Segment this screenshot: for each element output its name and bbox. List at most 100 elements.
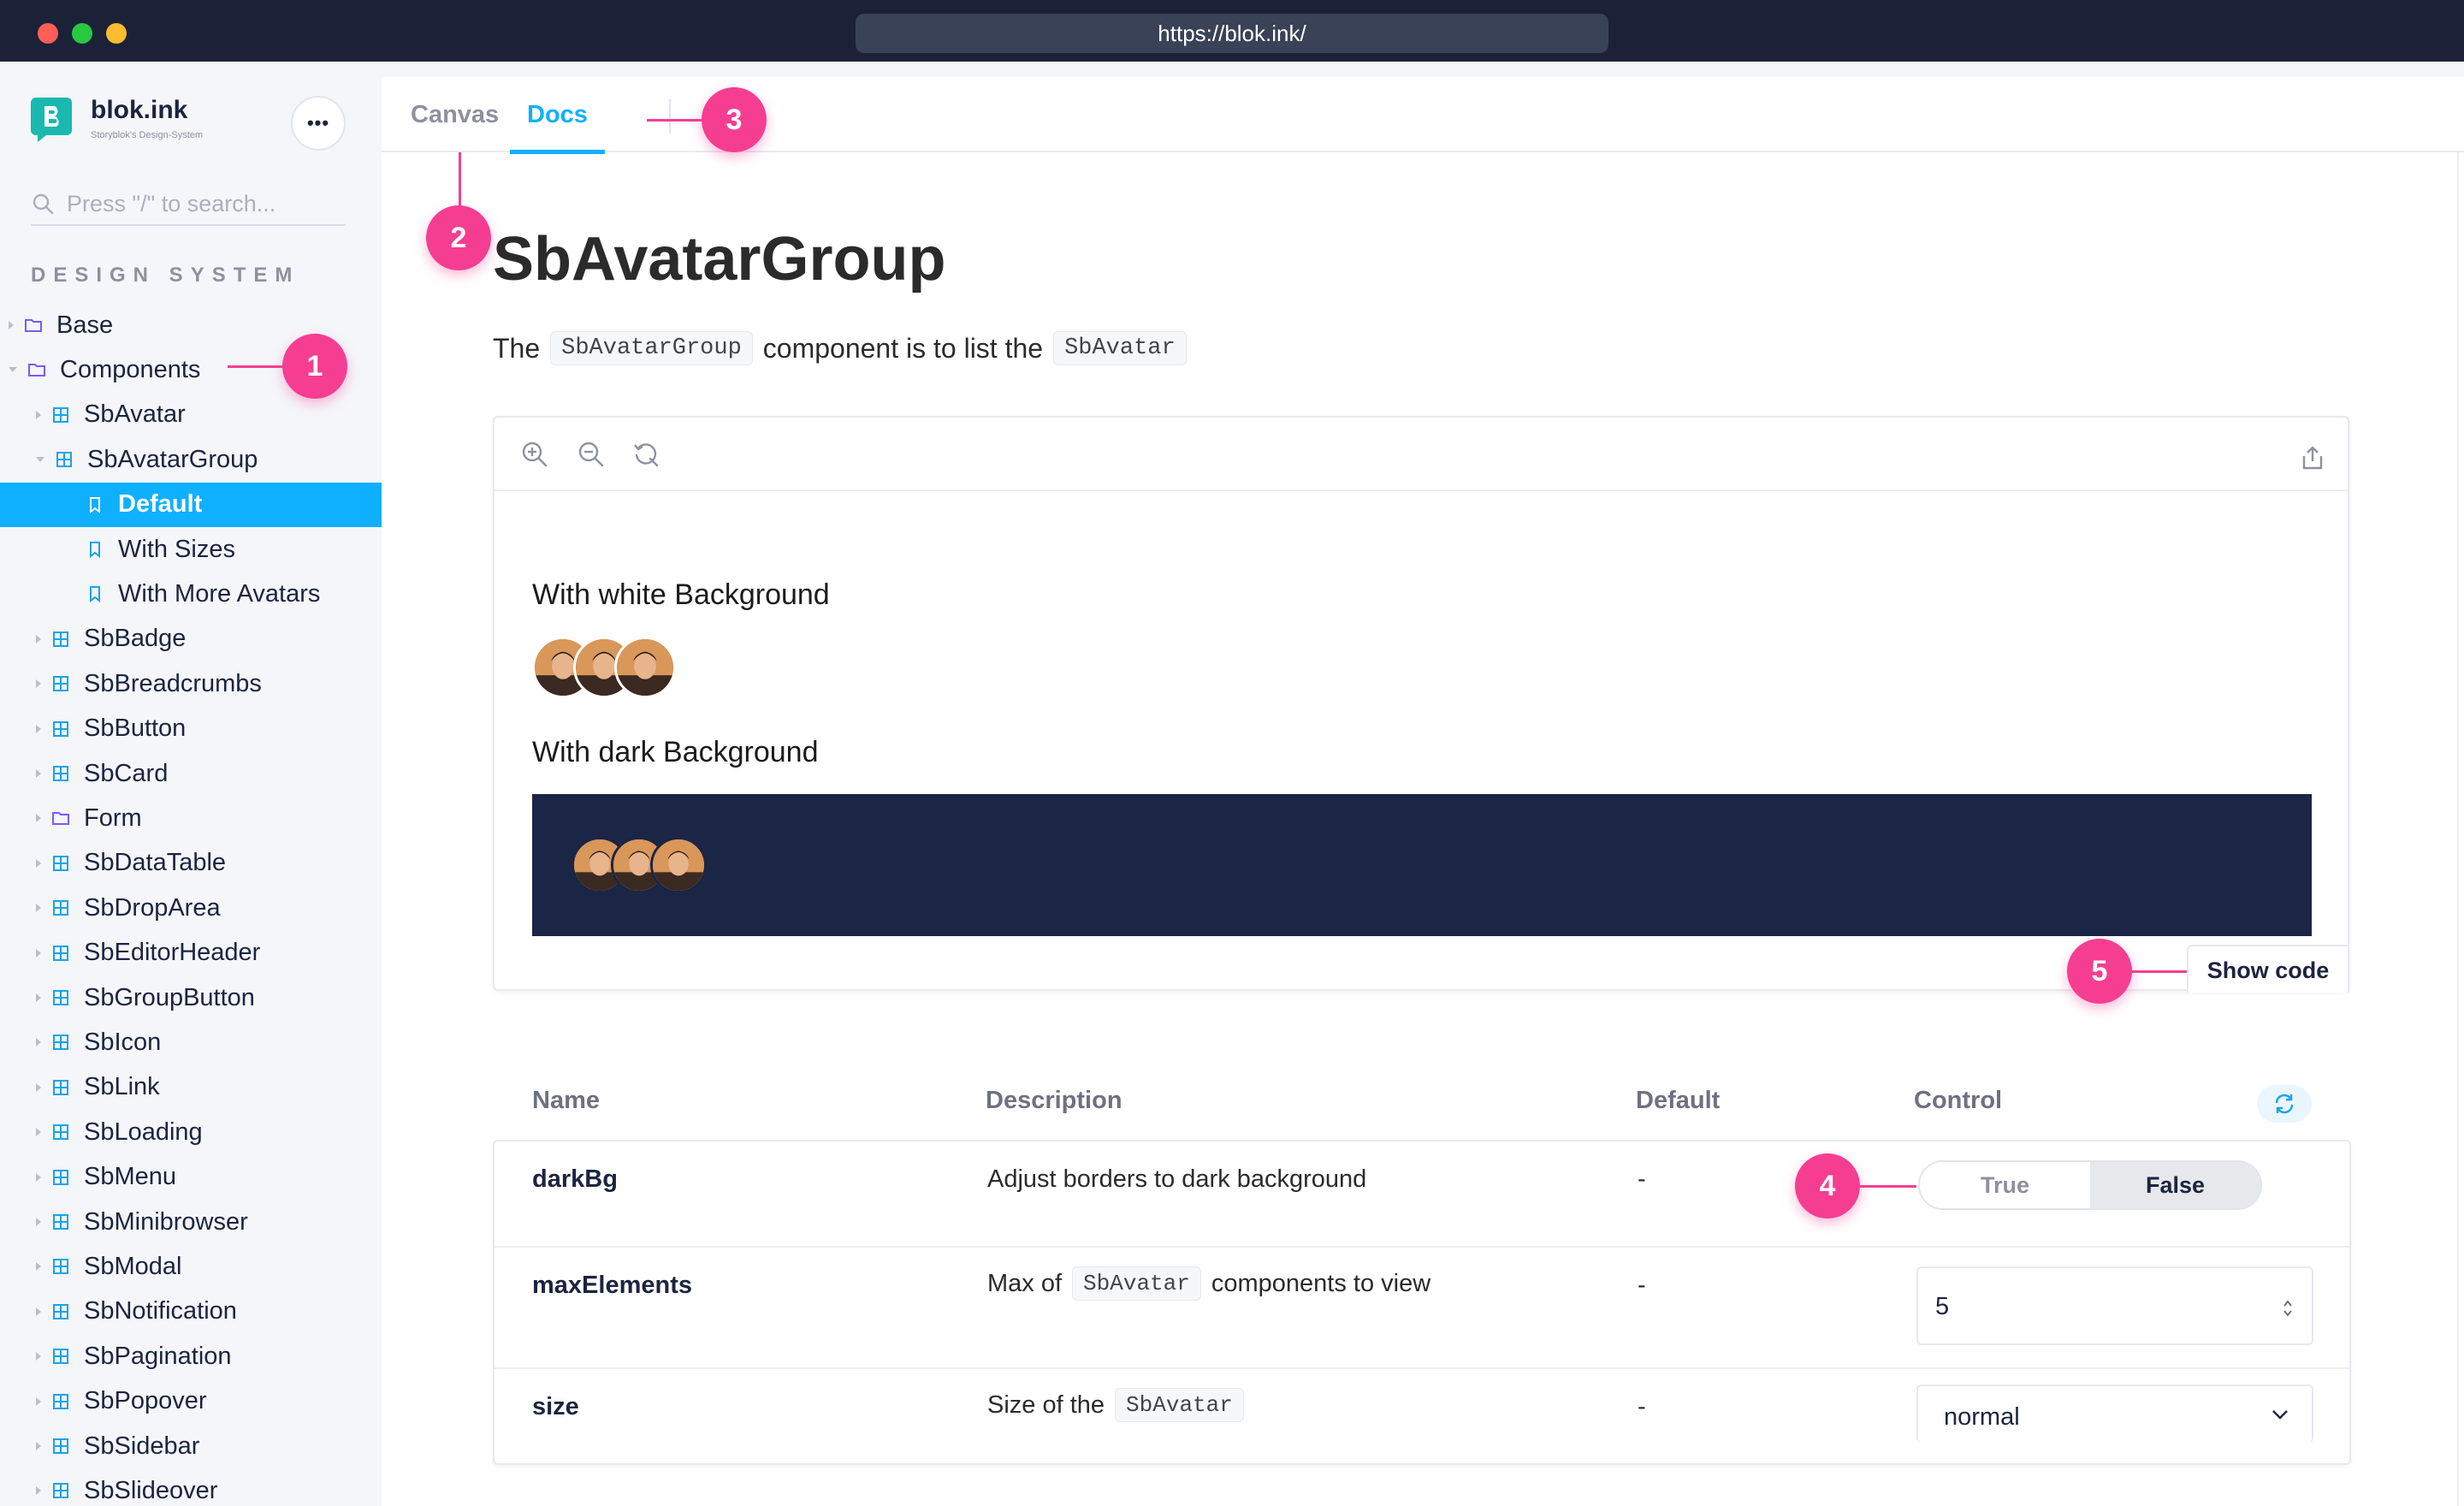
- bookmark-icon: [90, 586, 100, 603]
- component-icon: [53, 1303, 68, 1319]
- caret-right-icon[interactable]: [36, 948, 41, 958]
- caret-right-icon[interactable]: [36, 679, 41, 689]
- avatar-group-light: [532, 637, 676, 698]
- sidebar-item-label: SbPopover: [84, 1387, 207, 1415]
- sidebar-item-form[interactable]: Form: [0, 796, 382, 840]
- caret-right-icon[interactable]: [36, 1128, 41, 1137]
- arg-default: -: [1638, 1272, 1646, 1299]
- sidebar-item-sbnotification[interactable]: SbNotification: [0, 1290, 382, 1334]
- reset-controls-button[interactable]: [2257, 1085, 2312, 1123]
- caret-right-icon[interactable]: [36, 1307, 41, 1316]
- caret-right-icon[interactable]: [36, 634, 41, 643]
- dark-background-area: [532, 794, 2312, 936]
- description-text: Max of: [987, 1269, 1063, 1297]
- sidebar-item-sbsidebar[interactable]: SbSidebar: [0, 1424, 382, 1468]
- sidebar-item-sbminibrowser[interactable]: SbMinibrowser: [0, 1200, 382, 1244]
- sidebar-item-sbdroparea[interactable]: SbDropArea: [0, 886, 382, 930]
- blok-logo-icon[interactable]: [31, 98, 72, 142]
- sidebar-item-sbloading[interactable]: SbLoading: [0, 1110, 382, 1154]
- max-elements-input[interactable]: [1935, 1285, 2260, 1328]
- sidebar-item-sbmodal[interactable]: SbModal: [0, 1244, 382, 1289]
- caret-right-icon[interactable]: [36, 769, 41, 778]
- minimize-window-button[interactable]: [106, 23, 127, 44]
- close-window-button[interactable]: [38, 23, 58, 44]
- caret-right-icon[interactable]: [36, 1486, 41, 1496]
- share-icon[interactable]: [2298, 443, 2327, 472]
- caret-right-icon[interactable]: [36, 1442, 41, 1450]
- search-input[interactable]: [67, 187, 341, 221]
- caret-right-icon[interactable]: [36, 1172, 41, 1182]
- sidebar-item-sbcard[interactable]: SbCard: [0, 751, 382, 796]
- sidebar-item-label: SbBadge: [84, 625, 187, 653]
- caret-right-icon[interactable]: [36, 858, 41, 868]
- arg-name: size: [532, 1393, 579, 1420]
- avatar[interactable]: [614, 637, 676, 698]
- sidebar-item-sbmenu[interactable]: SbMenu: [0, 1155, 382, 1200]
- sidebar-item-default[interactable]: Default: [0, 482, 382, 527]
- caret-right-icon[interactable]: [36, 993, 41, 1002]
- zoom-out-icon[interactable]: [577, 440, 606, 469]
- tab-docs[interactable]: Docs: [510, 77, 605, 154]
- sidebar-item-sbavatargroup[interactable]: SbAvatarGroup: [0, 437, 382, 482]
- column-header-control: Control: [1914, 1087, 2003, 1114]
- sidebar-item-sbbadge[interactable]: SbBadge: [0, 617, 382, 661]
- sidebar-item-label: SbGroupButton: [84, 983, 255, 1011]
- size-select[interactable]: normal: [1916, 1384, 2313, 1443]
- caret-right-icon[interactable]: [36, 1262, 41, 1272]
- sidebar-item-with-more-avatars[interactable]: With More Avatars: [0, 572, 382, 616]
- sidebar-item-sbslideover[interactable]: SbSlideover: [0, 1468, 382, 1506]
- caret-right-icon[interactable]: [36, 1218, 41, 1226]
- avatar-photo-icon: [653, 839, 704, 891]
- sidebar-item-sbbutton[interactable]: SbButton: [0, 707, 382, 751]
- intro-prefix: The: [493, 332, 541, 364]
- caret-right-icon[interactable]: [36, 1038, 41, 1047]
- sidebar-item-sbgroupbutton[interactable]: SbGroupButton: [0, 975, 382, 1020]
- toggle-false-option[interactable]: False: [2090, 1162, 2260, 1208]
- caret-right-icon[interactable]: [36, 904, 41, 913]
- caret-right-icon[interactable]: [36, 410, 41, 419]
- caret-right-icon[interactable]: [9, 321, 14, 329]
- args-table: darkBg Adjust borders to dark background…: [493, 1140, 2351, 1465]
- search-box: [31, 181, 346, 226]
- sidebar-item-sbpagination[interactable]: SbPagination: [0, 1334, 382, 1379]
- avatar[interactable]: [650, 837, 707, 893]
- toolbar-gap: [382, 62, 2464, 77]
- component-icon: [53, 676, 68, 692]
- sidebar-item-sbpopover[interactable]: SbPopover: [0, 1379, 382, 1424]
- toggle-true-option[interactable]: True: [1920, 1162, 2090, 1208]
- sidebar-item-sbavatar[interactable]: SbAvatar: [0, 393, 382, 437]
- reset-zoom-icon[interactable]: [631, 440, 660, 469]
- sidebar-item-with-sizes[interactable]: With Sizes: [0, 527, 382, 572]
- zoom-in-icon[interactable]: [520, 440, 549, 469]
- scrollbar-track[interactable]: [2457, 152, 2459, 1506]
- number-spinner-icon[interactable]: [2283, 1299, 2293, 1318]
- maximize-window-button[interactable]: [72, 23, 92, 44]
- sidebar-item-sbeditorheader[interactable]: SbEditorHeader: [0, 931, 382, 975]
- caret-right-icon[interactable]: [36, 1082, 41, 1092]
- caret-right-icon[interactable]: [36, 1352, 41, 1361]
- arg-name: maxElements: [532, 1272, 692, 1299]
- max-elements-field[interactable]: [1916, 1266, 2313, 1345]
- caret-right-icon[interactable]: [36, 1396, 41, 1406]
- sidebar-item-label: SbMinibrowser: [84, 1207, 248, 1236]
- darkbg-toggle[interactable]: True False: [1918, 1160, 2262, 1210]
- dark-bg-heading: With dark Background: [532, 736, 819, 768]
- caret-right-icon[interactable]: [36, 724, 41, 733]
- sidebar-item-label: Form: [84, 803, 142, 832]
- caret-right-icon[interactable]: [36, 814, 41, 823]
- address-bar[interactable]: https://blok.ink/: [856, 14, 1608, 53]
- caret-down-icon[interactable]: [36, 457, 44, 463]
- sidebar-item-sbicon[interactable]: SbIcon: [0, 1020, 382, 1064]
- caret-down-icon[interactable]: [9, 367, 17, 373]
- row-divider: [495, 1246, 2349, 1248]
- sidebar-item-sbbreadcrumbs[interactable]: SbBreadcrumbs: [0, 661, 382, 706]
- brand-name[interactable]: blok.ink: [91, 96, 187, 125]
- more-options-button[interactable]: •••: [291, 96, 346, 151]
- sidebar-item-sblink[interactable]: SbLink: [0, 1065, 382, 1110]
- intro-middle: component is to list the: [762, 332, 1044, 364]
- tab-canvas[interactable]: Canvas: [411, 77, 499, 152]
- sidebar-item-sbdatatable[interactable]: SbDataTable: [0, 841, 382, 886]
- white-bg-heading: With white Background: [532, 578, 830, 611]
- component-icon: [53, 945, 68, 961]
- show-code-button[interactable]: Show code: [2187, 945, 2349, 993]
